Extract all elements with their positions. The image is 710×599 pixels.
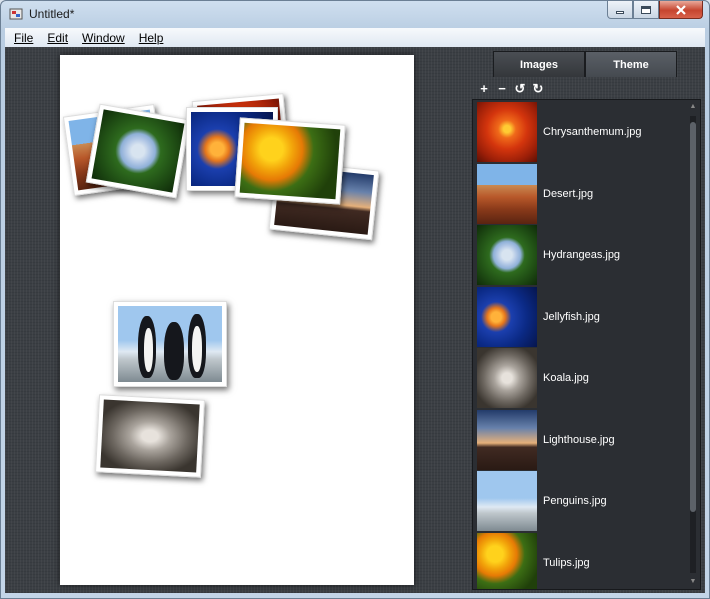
list-item[interactable]: Chrysanthemum.jpg	[477, 102, 682, 162]
list-item-label: Tulips.jpg	[543, 557, 590, 569]
penguins-thumb	[477, 471, 537, 531]
menu-file[interactable]: File	[9, 31, 38, 45]
list-item[interactable]: Hydrangeas.jpg	[477, 225, 682, 285]
scroll-up-icon[interactable]: ▲	[688, 102, 698, 112]
list-item[interactable]: Desert.jpg	[477, 164, 682, 224]
menu-help[interactable]: Help	[134, 31, 169, 45]
list-item-label: Lighthouse.jpg	[543, 434, 615, 446]
image-list[interactable]: Chrysanthemum.jpg Desert.jpg Hydrangeas.…	[472, 99, 701, 590]
list-item-label: Chrysanthemum.jpg	[543, 126, 642, 138]
list-item-label: Jellyfish.jpg	[543, 311, 600, 323]
list-item-label: Desert.jpg	[543, 188, 594, 200]
add-icon[interactable]: +	[476, 82, 492, 96]
menu-window[interactable]: Window	[77, 31, 130, 45]
list-item-label: Hydrangeas.jpg	[543, 249, 621, 261]
list-item[interactable]: Lighthouse.jpg	[477, 410, 682, 470]
list-item[interactable]: Koala.jpg	[477, 348, 682, 408]
close-button[interactable]	[659, 1, 703, 19]
side-panel: Images Theme + − ↺ ↻ Chrysanthemum.jpg D…	[468, 47, 705, 593]
list-item[interactable]: Tulips.jpg	[477, 533, 682, 589]
maximize-icon	[641, 5, 651, 14]
scroll-down-icon[interactable]: ▼	[688, 577, 698, 587]
app-window: Untitled* File Edit Window Help Images T…	[0, 0, 710, 599]
menu-edit[interactable]: Edit	[42, 31, 73, 45]
koala-thumb	[477, 348, 537, 408]
lighthouse-thumb	[477, 410, 537, 470]
minimize-icon	[616, 11, 624, 14]
scroll-thumb[interactable]	[690, 122, 696, 512]
photo-tulips[interactable]	[234, 117, 346, 205]
image-toolbar: + − ↺ ↻	[476, 81, 548, 97]
window-title: Untitled*	[29, 7, 75, 21]
maximize-button[interactable]	[633, 1, 659, 19]
photo-hydrangeas[interactable]	[85, 103, 191, 199]
menu-bar: File Edit Window Help	[5, 28, 705, 47]
tab-images[interactable]: Images	[493, 51, 585, 77]
list-item-label: Penguins.jpg	[543, 495, 607, 507]
title-bar[interactable]: Untitled*	[1, 1, 709, 27]
list-item[interactable]: Penguins.jpg	[477, 471, 682, 531]
hydrangeas-thumb	[477, 225, 537, 285]
close-icon	[676, 4, 686, 15]
list-item[interactable]: Jellyfish.jpg	[477, 287, 682, 347]
photo-penguins[interactable]	[113, 301, 227, 387]
tab-theme[interactable]: Theme	[585, 51, 677, 77]
list-item-label: Koala.jpg	[543, 372, 589, 384]
collage-page[interactable]	[60, 55, 414, 585]
minimize-button[interactable]	[607, 1, 633, 19]
app-icon	[9, 8, 23, 20]
rotate-left-icon[interactable]: ↺	[512, 82, 528, 96]
chrysanthemum-thumb	[477, 102, 537, 162]
list-scrollbar[interactable]: ▲ ▼	[688, 102, 698, 587]
tulips-thumb	[477, 533, 537, 589]
remove-icon[interactable]: −	[494, 82, 510, 96]
rotate-right-icon[interactable]: ↻	[530, 82, 546, 96]
workspace: Images Theme + − ↺ ↻ Chrysanthemum.jpg D…	[5, 47, 705, 593]
photo-koala[interactable]	[95, 394, 205, 478]
jellyfish-thumb	[477, 287, 537, 347]
desert-thumb	[477, 164, 537, 224]
